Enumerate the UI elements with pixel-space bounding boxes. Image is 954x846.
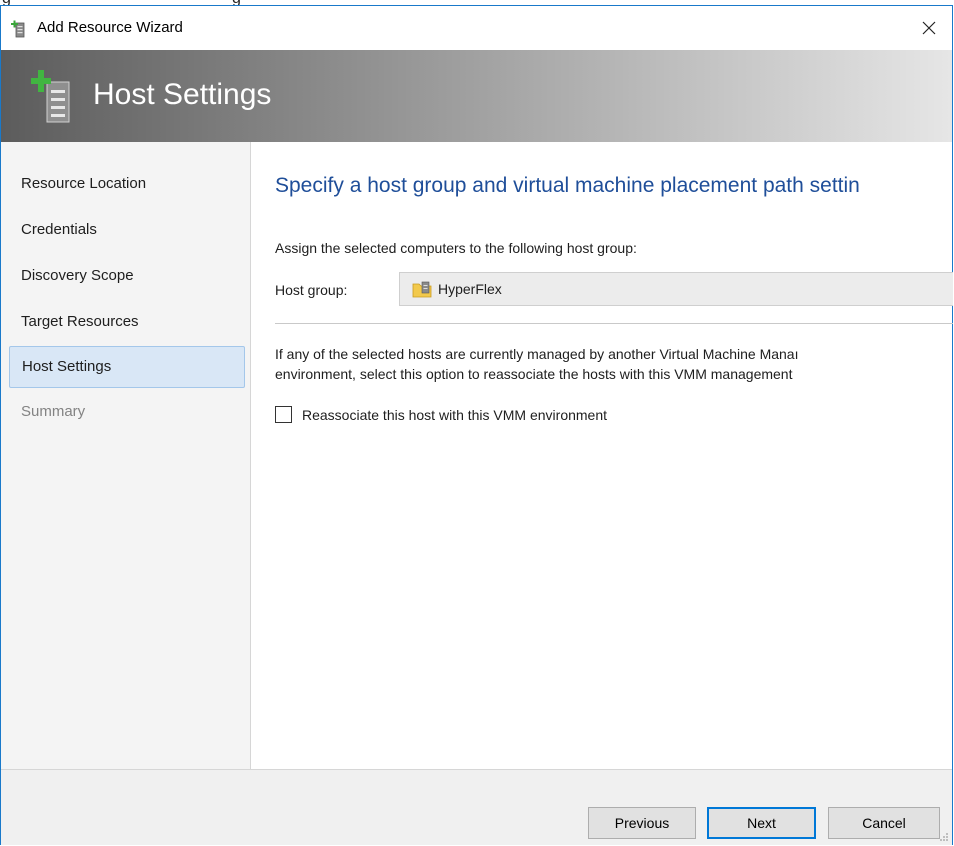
step-heading: Specify a host group and virtual machine… bbox=[275, 174, 860, 197]
reassociate-info: If any of the selected hosts are current… bbox=[275, 344, 953, 384]
reassociate-info-line-2: environment, select this option to reass… bbox=[275, 366, 793, 382]
divider bbox=[275, 323, 953, 324]
nav-item-target-resources[interactable]: Target Resources bbox=[9, 302, 245, 344]
nav-item-credentials[interactable]: Credentials bbox=[9, 210, 245, 252]
server-add-icon bbox=[11, 20, 25, 38]
next-button[interactable]: Next bbox=[707, 807, 816, 839]
assign-instructions: Assign the selected computers to the fol… bbox=[275, 240, 637, 256]
wizard-window: Add Resource Wizard Host Settings Resour… bbox=[0, 5, 953, 845]
host-group-value: HyperFlex bbox=[438, 281, 502, 297]
wizard-footer: Previous Next Cancel bbox=[1, 769, 952, 845]
step-content: Specify a host group and virtual machine… bbox=[251, 142, 953, 769]
host-group-label: Host group: bbox=[275, 282, 348, 298]
close-icon bbox=[922, 21, 936, 35]
nav-item-discovery-scope[interactable]: Discovery Scope bbox=[9, 256, 245, 298]
server-add-icon bbox=[31, 70, 70, 123]
nav-item-resource-location[interactable]: Resource Location bbox=[9, 164, 245, 206]
nav-item-summary: Summary bbox=[21, 403, 86, 420]
resize-grip-icon[interactable] bbox=[939, 832, 949, 842]
reassociate-option: Reassociate this host with this VMM envi… bbox=[275, 406, 607, 423]
reassociate-checkbox[interactable] bbox=[275, 406, 292, 423]
nav-item-host-settings[interactable]: Host Settings bbox=[9, 346, 245, 388]
window-title: Add Resource Wizard bbox=[37, 19, 183, 36]
page-title: Host Settings bbox=[93, 78, 272, 111]
title-bar: Add Resource Wizard bbox=[1, 6, 952, 50]
cancel-button[interactable]: Cancel bbox=[828, 807, 940, 839]
reassociate-info-line-1: If any of the selected hosts are current… bbox=[275, 346, 799, 362]
wizard-banner: Host Settings bbox=[1, 50, 952, 142]
close-button[interactable] bbox=[906, 6, 952, 50]
previous-button[interactable]: Previous bbox=[588, 807, 696, 839]
folder-icon bbox=[412, 281, 432, 298]
host-group-selector[interactable]: HyperFlex bbox=[399, 272, 953, 306]
wizard-step-list: Resource Location Credentials Discovery … bbox=[1, 142, 251, 769]
reassociate-checkbox-label[interactable]: Reassociate this host with this VMM envi… bbox=[302, 407, 607, 423]
